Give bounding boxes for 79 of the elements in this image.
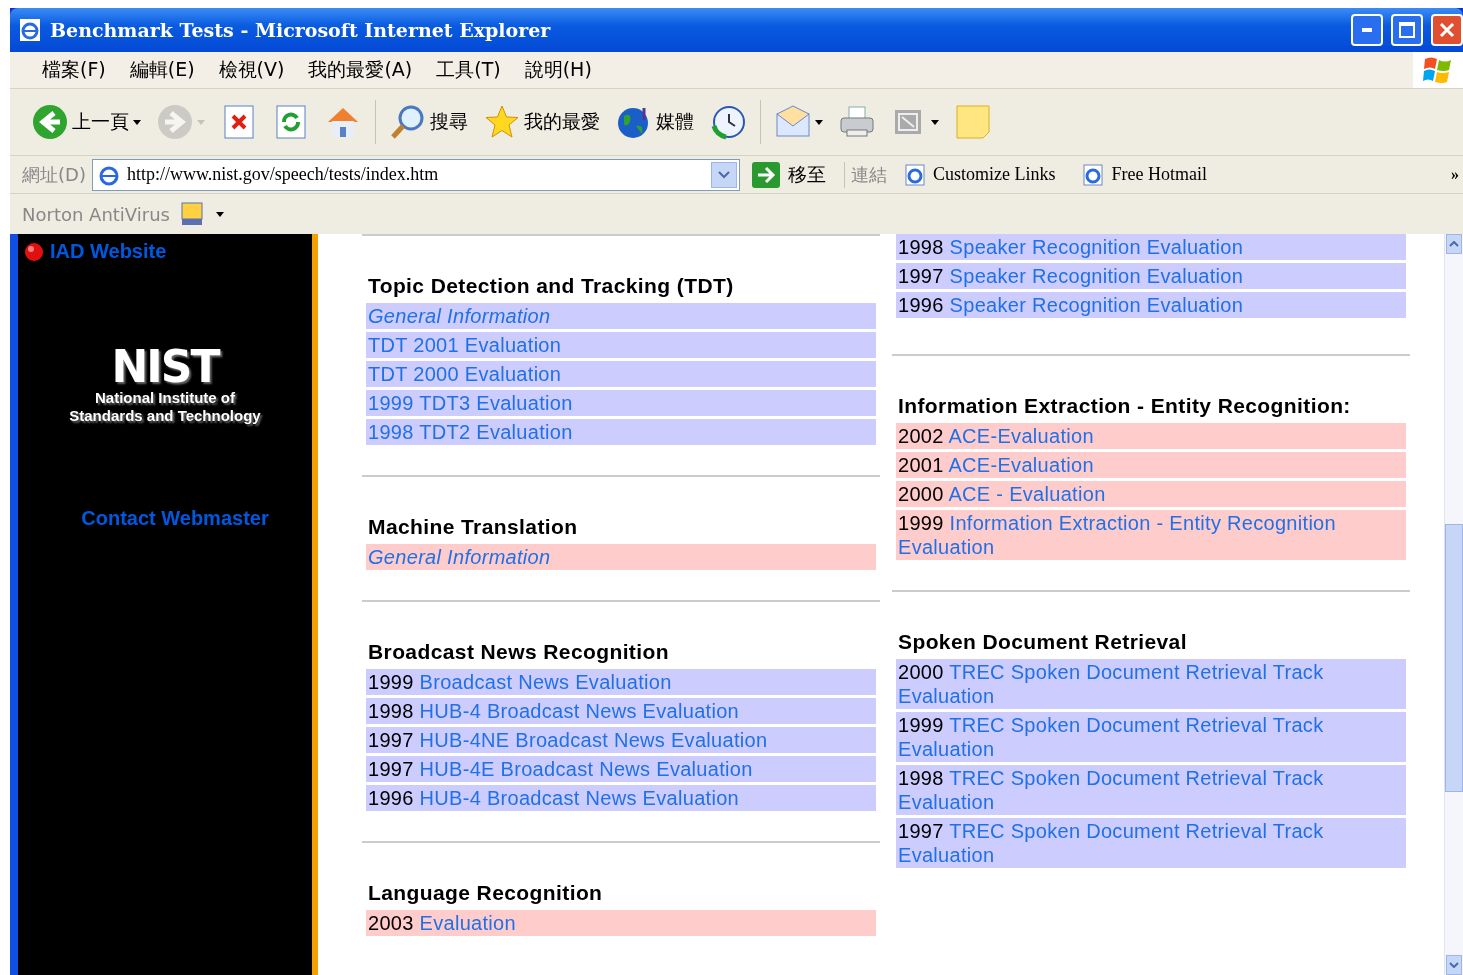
window-title: Benchmark Tests - Microsoft Internet Explorer (50, 19, 552, 41)
caret-icon (815, 119, 823, 125)
menu-item[interactable]: 檢視(V) (206, 57, 297, 83)
maximize-icon (1398, 21, 1416, 39)
globe-button[interactable]: 媒體 (612, 102, 698, 142)
links-label: 連結 (850, 162, 887, 187)
section-heading: Language Recognition (367, 880, 604, 906)
page-icon (902, 162, 927, 187)
toolbar-label: Norton AntiVirus (22, 203, 170, 225)
caret-icon (197, 119, 205, 125)
maximize-button[interactable] (1391, 14, 1423, 46)
list-link[interactable]: 1999 Information Extraction - Entity Recognition Evaluation (896, 510, 1406, 560)
list-link[interactable]: 1998 HUB-4 Broadcast News Evaluation (366, 698, 876, 724)
scroll-up-button[interactable] (1446, 234, 1462, 254)
list-link[interactable]: 2001 ACE-Evaluation (896, 452, 1406, 478)
list-link[interactable]: 1996 Speaker Recognition Evaluation (896, 292, 1406, 318)
forward-icon (157, 104, 193, 140)
close-icon (1439, 22, 1455, 38)
menu-item[interactable]: 我的最愛(A) (296, 57, 425, 83)
minimize-icon (1362, 28, 1372, 32)
star-button[interactable]: 我的最愛 (480, 102, 604, 142)
search-icon (390, 104, 426, 140)
star-icon (484, 104, 520, 140)
menu-item[interactable]: 工具(T) (424, 57, 513, 83)
address-field[interactable]: http://www.nist.gov/speech/tests/index.htm (91, 158, 740, 191)
links-item[interactable]: Customize Links (892, 162, 1066, 187)
refresh-icon (273, 104, 309, 140)
scroll-down-button[interactable] (1446, 955, 1462, 975)
chevron-icon (1449, 962, 1459, 968)
close-button[interactable] (1431, 14, 1463, 46)
caret-icon (133, 119, 141, 125)
menu-item[interactable]: 檔案(F) (30, 57, 118, 83)
list-link[interactable]: 1997 TREC Spoken Document Retrieval Track Evaluation (896, 818, 1406, 868)
list-link[interactable]: 1997 Speaker Recognition Evaluation (896, 263, 1406, 289)
section-heading: Broadcast News Recognition (367, 639, 670, 665)
address-label: 網址(D) (22, 162, 86, 187)
list-link[interactable]: 1999 Broadcast News Evaluation (366, 669, 876, 695)
go-button[interactable]: 移至 (745, 161, 845, 188)
back-button[interactable]: 上一頁 (28, 102, 145, 142)
clock-icon (710, 104, 746, 140)
section-heading: Topic Detection and Tracking (TDT) (367, 273, 735, 299)
antivirus-icon (179, 201, 206, 227)
list-link[interactable]: 1999 TREC Spoken Document Retrieval Track Evaluation (896, 712, 1406, 762)
list-link[interactable]: 1997 HUB-4E Broadcast News Evaluation (366, 756, 876, 782)
search-button[interactable]: 搜尋 (386, 102, 472, 142)
list-link[interactable]: 1997 HUB-4NE Broadcast News Evaluation (366, 727, 876, 753)
chevron-icon (717, 170, 730, 179)
browser-icon (18, 18, 42, 42)
logo-mark: NIST (111, 345, 219, 389)
list-link[interactable]: 2000 TREC Spoken Document Retrieval Track Evaluation (896, 659, 1406, 709)
page-icon (1081, 162, 1106, 187)
list-link[interactable]: 1998 Speaker Recognition Evaluation (896, 234, 1406, 260)
logo-text: Standards and Technology (69, 407, 261, 425)
bullet-icon (24, 241, 44, 262)
minimize-button[interactable] (1351, 14, 1383, 46)
back-icon (32, 104, 68, 140)
chevron-icon (1449, 241, 1459, 247)
list-link[interactable]: 2000 ACE - Evaluation (896, 481, 1406, 507)
logo-text: National Institute of (95, 389, 235, 407)
stop-icon (221, 104, 257, 140)
menu-item[interactable]: 編輯(E) (117, 57, 207, 83)
caret-icon (931, 119, 939, 125)
section-heading: Information Extraction - Entity Recognition: (897, 393, 1352, 419)
dropdown-button[interactable] (710, 161, 737, 188)
links-item[interactable]: Free Hotmail (1071, 162, 1217, 187)
caret-icon (215, 211, 224, 217)
menu-item[interactable]: 說明(H) (512, 57, 604, 83)
list-link[interactable]: 1998 TREC Spoken Document Retrieval Track Evaluation (896, 765, 1406, 815)
section-heading: Machine Translation (367, 514, 579, 540)
envelope-icon (775, 104, 811, 140)
flag-icon (1422, 55, 1454, 85)
printer-icon (839, 104, 875, 140)
more-links[interactable]: » (1451, 165, 1463, 184)
scroll-thumb[interactable] (1445, 524, 1463, 792)
section-heading: Spoken Document Retrieval (897, 629, 1188, 655)
list-link[interactable]: 2002 ACE-Evaluation (896, 423, 1406, 449)
list-link[interactable]: 2003 Evaluation (366, 910, 876, 936)
note-icon (955, 104, 991, 140)
list-link[interactable]: 1996 HUB-4 Broadcast News Evaluation (366, 785, 876, 811)
